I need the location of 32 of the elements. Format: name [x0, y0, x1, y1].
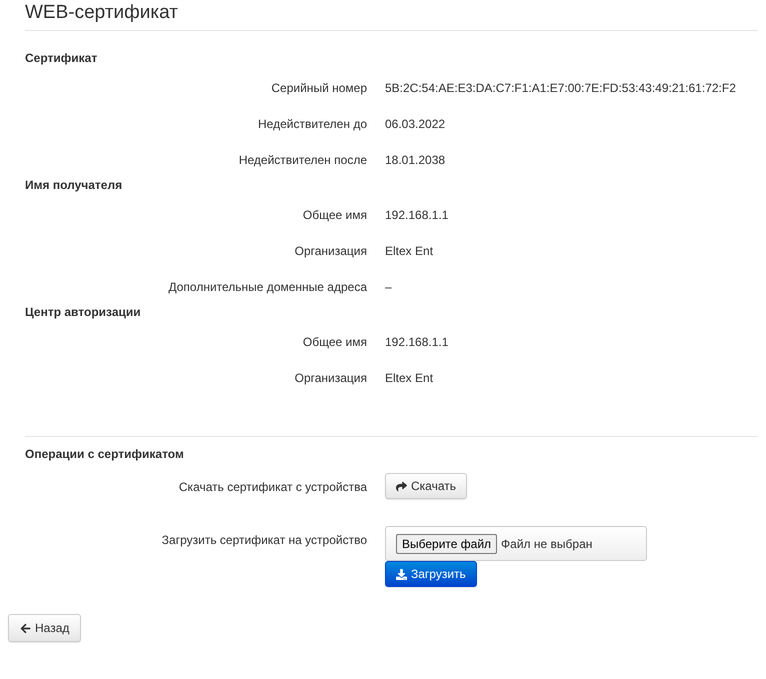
- download-icon: [396, 568, 407, 580]
- back-arrow-icon: [20, 622, 31, 634]
- field-label: Организация: [294, 370, 367, 386]
- section-heading: Сертификат: [25, 50, 98, 66]
- section-heading: Центр авторизации: [25, 304, 142, 320]
- field-value: 5B:2C:54:AE:E3:DA:C7:F1:A1:E7:00:7E:FD:53:43:49:21:61:72:F2: [385, 80, 737, 96]
- file-status: Файл не выбран: [501, 536, 592, 550]
- share-arrow-icon: [396, 480, 407, 492]
- field-value: 192.168.1.1: [385, 334, 450, 350]
- field-value: 18.01.2038: [385, 152, 446, 168]
- field-label: Дополнительные доменные адреса: [167, 279, 367, 295]
- download-button[interactable]: Скачать: [385, 473, 467, 499]
- field-label: Недействителен после: [238, 152, 367, 168]
- field-value: 192.168.1.1: [385, 207, 450, 223]
- upload-button[interactable]: Загрузить: [385, 561, 477, 587]
- file-input[interactable]: Выберите файл Файл не выбран: [385, 526, 647, 561]
- field-label: Организация: [294, 243, 367, 259]
- field-label: Недействителен до: [257, 116, 367, 132]
- field-value: 06.03.2022: [385, 116, 446, 132]
- page-title: WEB-сертификат: [25, 1, 179, 25]
- field-label: Скачать сертификат с устройства: [178, 479, 367, 495]
- section-heading: Имя получателя: [25, 177, 124, 193]
- field-value: Eltex Ent: [385, 370, 434, 386]
- section-heading: Операции с сертификатом: [25, 446, 185, 462]
- field-value: –: [385, 279, 393, 295]
- choose-file-button[interactable]: Выберите файл: [396, 534, 498, 554]
- back-button[interactable]: Назад: [8, 614, 82, 642]
- field-value: Eltex Ent: [385, 243, 434, 259]
- field-label: Общее имя: [302, 207, 367, 223]
- field-label: Загрузить сертификат на устройство: [160, 532, 367, 548]
- field-label: Серийный номер: [270, 80, 367, 96]
- field-label: Общее имя: [302, 334, 367, 350]
